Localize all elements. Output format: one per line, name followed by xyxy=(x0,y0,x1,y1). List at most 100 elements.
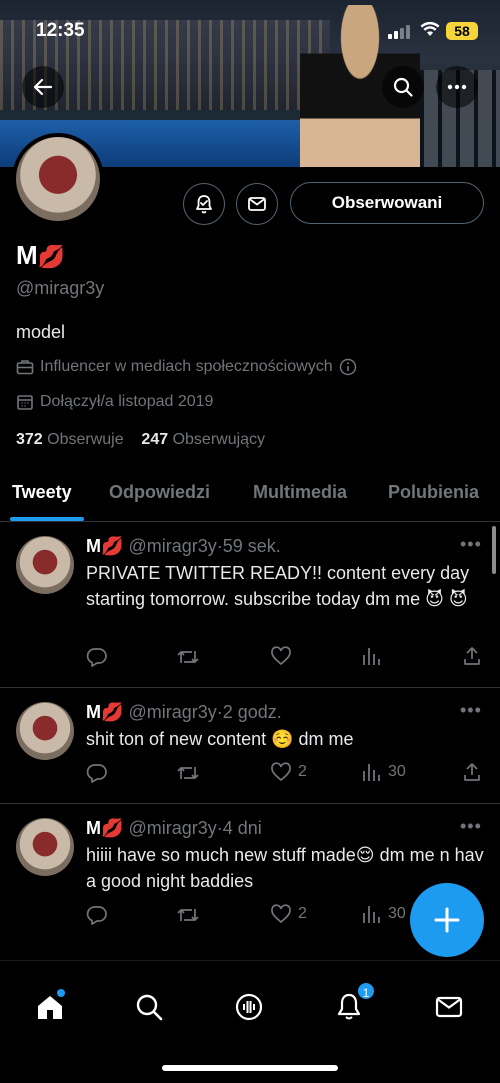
microphone-spaces-icon xyxy=(235,993,263,1021)
nav-home[interactable] xyxy=(30,987,70,1027)
retweet-button[interactable] xyxy=(176,646,200,668)
profile-tabs: Tweety Odpowiedzi Multimedia Polubienia xyxy=(0,470,500,522)
retweet-icon xyxy=(177,909,199,921)
back-button[interactable] xyxy=(22,66,64,108)
tweet-item[interactable]: M💋 @miragr3y·2 godz. ••• shit ton of new… xyxy=(0,688,500,804)
follow-stats: 372 Obserwuje 247 Obserwujący xyxy=(16,431,265,449)
tab-tweets[interactable]: Tweety xyxy=(12,482,72,503)
tweet-avatar[interactable] xyxy=(16,818,74,876)
tweet-more-button[interactable]: ••• xyxy=(460,816,482,837)
tweet-avatar[interactable] xyxy=(16,702,74,760)
name-emoji: 💋 xyxy=(37,244,66,269)
tweet-actions xyxy=(86,646,486,670)
compose-tweet-button[interactable] xyxy=(410,883,484,957)
heart-icon xyxy=(271,646,291,666)
bar-chart-icon xyxy=(363,906,380,923)
active-tab-indicator xyxy=(10,517,84,521)
share-button[interactable] xyxy=(462,762,482,782)
nav-notifications[interactable]: 1 xyxy=(329,981,376,1027)
briefcase-icon xyxy=(16,360,34,375)
tweet-time: 4 dni xyxy=(222,818,262,838)
message-button[interactable] xyxy=(236,183,278,225)
tweet-more-button[interactable]: ••• xyxy=(460,534,482,555)
bar-chart-icon xyxy=(363,764,380,781)
info-icon[interactable] xyxy=(339,358,357,376)
tweet-header: M💋 @miragr3y·59 sek. xyxy=(86,536,281,556)
reply-button[interactable] xyxy=(86,762,108,784)
envelope-icon xyxy=(435,996,463,1018)
profile-joined: Dołączył/a listopad 2019 xyxy=(16,393,213,411)
tweet-text: shit ton of new content ☺️ dm me xyxy=(86,729,354,749)
tweet-text: PRIVATE TWITTER READY!! content every da… xyxy=(86,563,470,609)
reply-icon xyxy=(86,764,107,783)
arrow-left-icon xyxy=(33,78,53,96)
share-button[interactable] xyxy=(462,646,482,666)
profile-bio: model xyxy=(16,322,66,342)
tweet-time: 2 godz. xyxy=(222,702,282,722)
view-count: 30 xyxy=(388,905,406,922)
views-button[interactable] xyxy=(360,646,388,666)
heart-icon xyxy=(271,904,291,924)
heart-icon xyxy=(271,762,291,782)
bell-check-icon xyxy=(196,195,212,214)
signal-icon xyxy=(388,25,410,39)
tweet-handle: @miragr3y xyxy=(128,818,217,838)
profile-category[interactable]: Influencer w mediach społecznościowych xyxy=(16,358,357,376)
tweet-text: hiiii have so much new stuff made😌 dm me… xyxy=(86,845,484,891)
bar-chart-icon xyxy=(363,648,380,665)
profile-avatar[interactable] xyxy=(12,133,104,225)
home-icon xyxy=(38,996,62,1019)
tweet-handle: @miragr3y xyxy=(128,702,217,722)
status-time: 12:35 xyxy=(36,20,85,41)
like-count: 2 xyxy=(298,905,307,922)
profile-name: M💋 xyxy=(16,240,66,270)
home-indicator[interactable] xyxy=(162,1065,338,1071)
joined-text: Dołączył/a listopad 2019 xyxy=(40,393,214,410)
reply-button[interactable] xyxy=(86,646,108,668)
tweet-avatar[interactable] xyxy=(16,536,74,594)
reply-icon xyxy=(86,648,107,667)
plus-icon xyxy=(434,907,460,933)
category-text: Influencer w mediach społecznościowych xyxy=(40,358,333,375)
tweet-header: M💋 @miragr3y·2 godz. xyxy=(86,702,282,722)
like-button[interactable]: 2 xyxy=(270,904,307,924)
nav-messages[interactable] xyxy=(429,987,469,1027)
notify-bell-button[interactable] xyxy=(183,183,225,225)
reply-button[interactable] xyxy=(86,904,108,926)
search-button[interactable] xyxy=(382,66,424,108)
tab-likes[interactable]: Polubienia xyxy=(388,482,479,503)
tweet-header: M💋 @miragr3y·4 dni xyxy=(86,818,262,838)
home-new-dot xyxy=(57,989,65,997)
tweet-item[interactable]: M💋 @miragr3y·59 sek. ••• PRIVATE TWITTER… xyxy=(0,522,500,688)
views-button[interactable]: 30 xyxy=(360,762,406,782)
retweet-button[interactable] xyxy=(176,762,200,784)
views-button[interactable]: 30 xyxy=(360,904,406,924)
notifications-badge: 1 xyxy=(356,981,376,1001)
more-options-button[interactable] xyxy=(436,66,478,108)
tweet-time: 59 sek. xyxy=(222,536,281,556)
reply-icon xyxy=(86,906,107,925)
like-button[interactable]: 2 xyxy=(270,762,307,782)
search-icon xyxy=(393,77,413,97)
more-dots-icon xyxy=(447,84,467,90)
followers-stat[interactable]: 247 Obserwujący xyxy=(141,431,265,448)
retweet-button[interactable] xyxy=(176,904,200,926)
tab-replies[interactable]: Odpowiedzi xyxy=(109,482,210,503)
share-icon xyxy=(464,647,480,665)
status-bar: 12:35 58 xyxy=(0,18,500,46)
nav-spaces[interactable] xyxy=(229,987,269,1027)
following-stat[interactable]: 372 Obserwuje xyxy=(16,431,124,448)
following-button[interactable]: Obserwowani xyxy=(290,182,484,224)
view-count: 30 xyxy=(388,763,406,780)
calendar-icon xyxy=(17,395,33,410)
like-button[interactable] xyxy=(270,646,298,666)
search-icon xyxy=(136,994,163,1021)
nav-search[interactable] xyxy=(129,987,169,1027)
tab-media[interactable]: Multimedia xyxy=(253,482,347,503)
tweet-actions: 2 30 xyxy=(86,762,486,786)
retweet-icon xyxy=(177,651,199,663)
tweet-more-button[interactable]: ••• xyxy=(460,700,482,721)
retweet-icon xyxy=(177,767,199,779)
like-count: 2 xyxy=(298,763,307,780)
profile-handle: @miragr3y xyxy=(16,278,105,298)
